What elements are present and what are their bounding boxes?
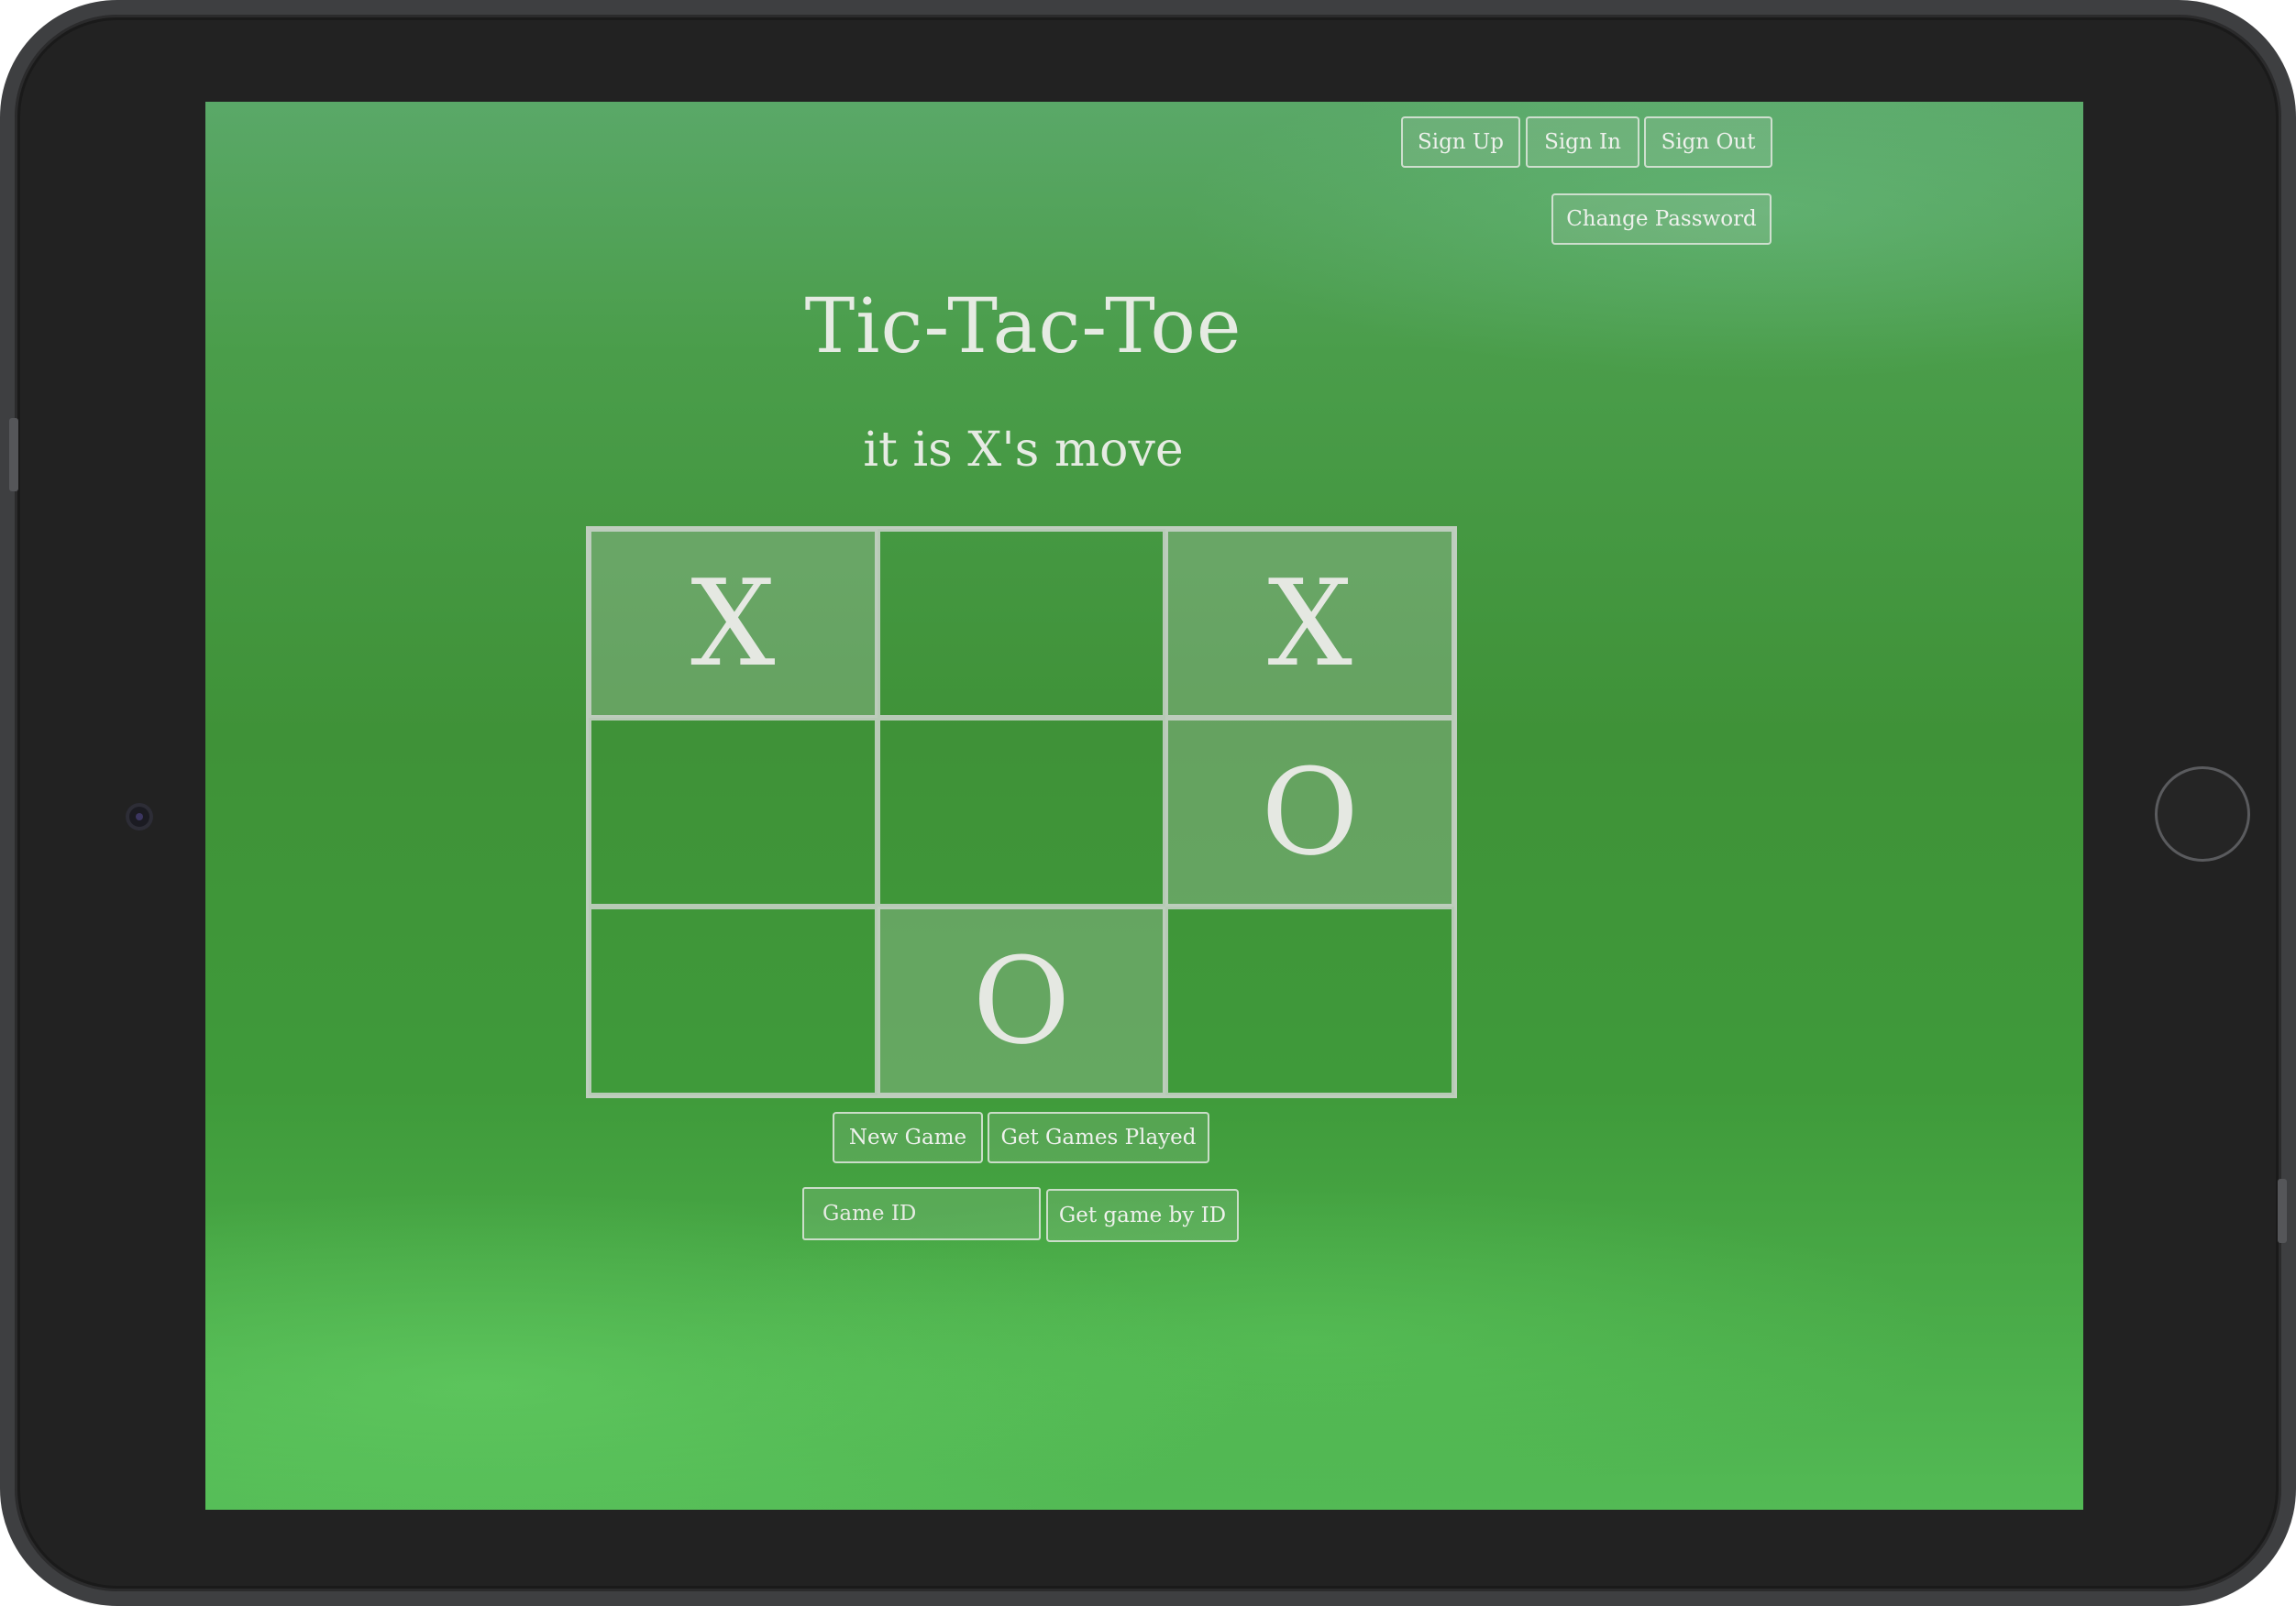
board-cell[interactable]: O <box>877 907 1166 1095</box>
board-cell[interactable] <box>877 529 1166 718</box>
turn-message: it is X's move <box>863 423 1184 478</box>
board-cell[interactable]: X <box>589 529 878 718</box>
board-cell[interactable] <box>589 718 878 907</box>
game-id-input[interactable] <box>802 1187 1041 1240</box>
board-cell[interactable]: X <box>1165 529 1454 718</box>
board-cell[interactable] <box>589 907 878 1095</box>
sign-out-button[interactable]: Sign Out <box>1644 116 1772 168</box>
camera-icon <box>126 803 153 830</box>
board-cell[interactable] <box>1165 907 1454 1095</box>
get-games-played-button[interactable]: Get Games Played <box>988 1112 1209 1163</box>
page-title: Tic-Tac-Toe <box>804 283 1242 370</box>
home-button[interactable] <box>2155 766 2250 862</box>
volume-button <box>9 418 18 491</box>
sign-in-button[interactable]: Sign In <box>1526 116 1639 168</box>
sign-up-button[interactable]: Sign Up <box>1401 116 1520 168</box>
power-button <box>2278 1179 2287 1243</box>
get-game-by-id-button[interactable]: Get game by ID <box>1046 1189 1239 1242</box>
change-password-button[interactable]: Change Password <box>1551 193 1772 245</box>
game-board: X X O O <box>586 526 1457 1098</box>
new-game-button[interactable]: New Game <box>833 1112 983 1163</box>
board-cell[interactable] <box>877 718 1166 907</box>
board-cell[interactable]: O <box>1165 718 1454 907</box>
app-screen: Sign Up Sign In Sign Out Change Password… <box>205 102 2083 1510</box>
